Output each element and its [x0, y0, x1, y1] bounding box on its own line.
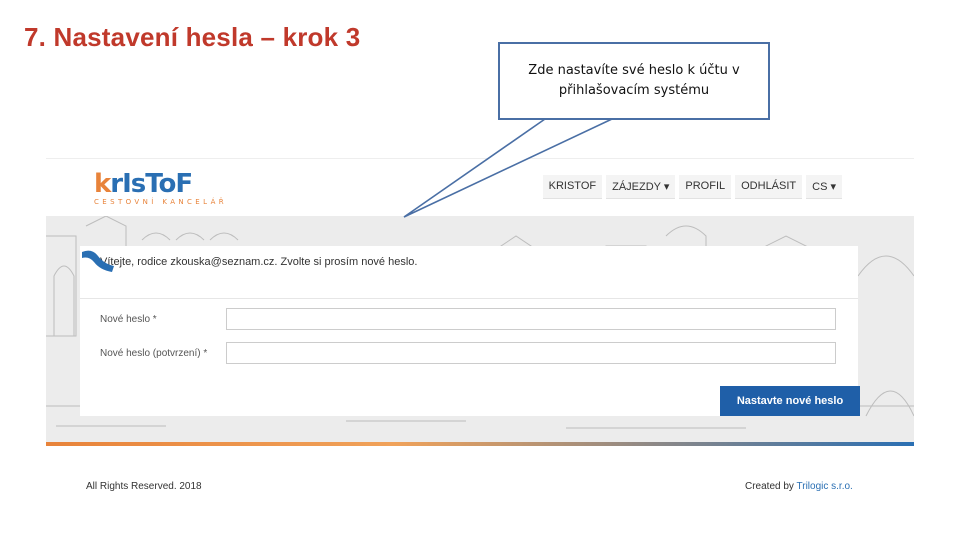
callout-box: Zde nastavíte své heslo k účtu v přihlaš… [498, 42, 770, 120]
callout-text: Zde nastavíte své heslo k účtu v přihlaš… [528, 63, 740, 98]
callout-pointer [403, 118, 613, 218]
